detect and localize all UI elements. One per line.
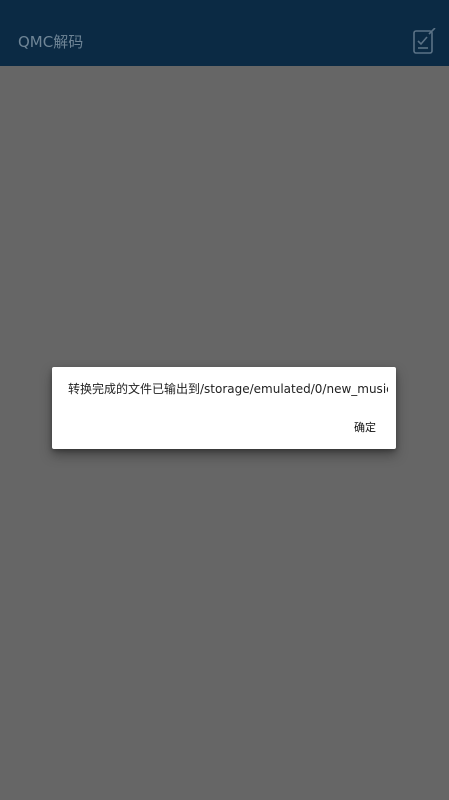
confirm-button[interactable]: 确定 <box>348 419 382 437</box>
screen: QMC解码 转换完成的文件已输出到/storage/emulated/0/new… <box>0 0 449 800</box>
app-title: QMC解码 <box>18 33 84 51</box>
alert-dialog: 转换完成的文件已输出到/storage/emulated/0/new_music… <box>52 367 396 449</box>
dialog-message: 转换完成的文件已输出到/storage/emulated/0/new_music <box>68 382 388 396</box>
edit-checklist-icon <box>410 28 438 56</box>
app-bar: QMC解码 <box>0 0 449 66</box>
edit-action-button[interactable] <box>410 28 438 56</box>
